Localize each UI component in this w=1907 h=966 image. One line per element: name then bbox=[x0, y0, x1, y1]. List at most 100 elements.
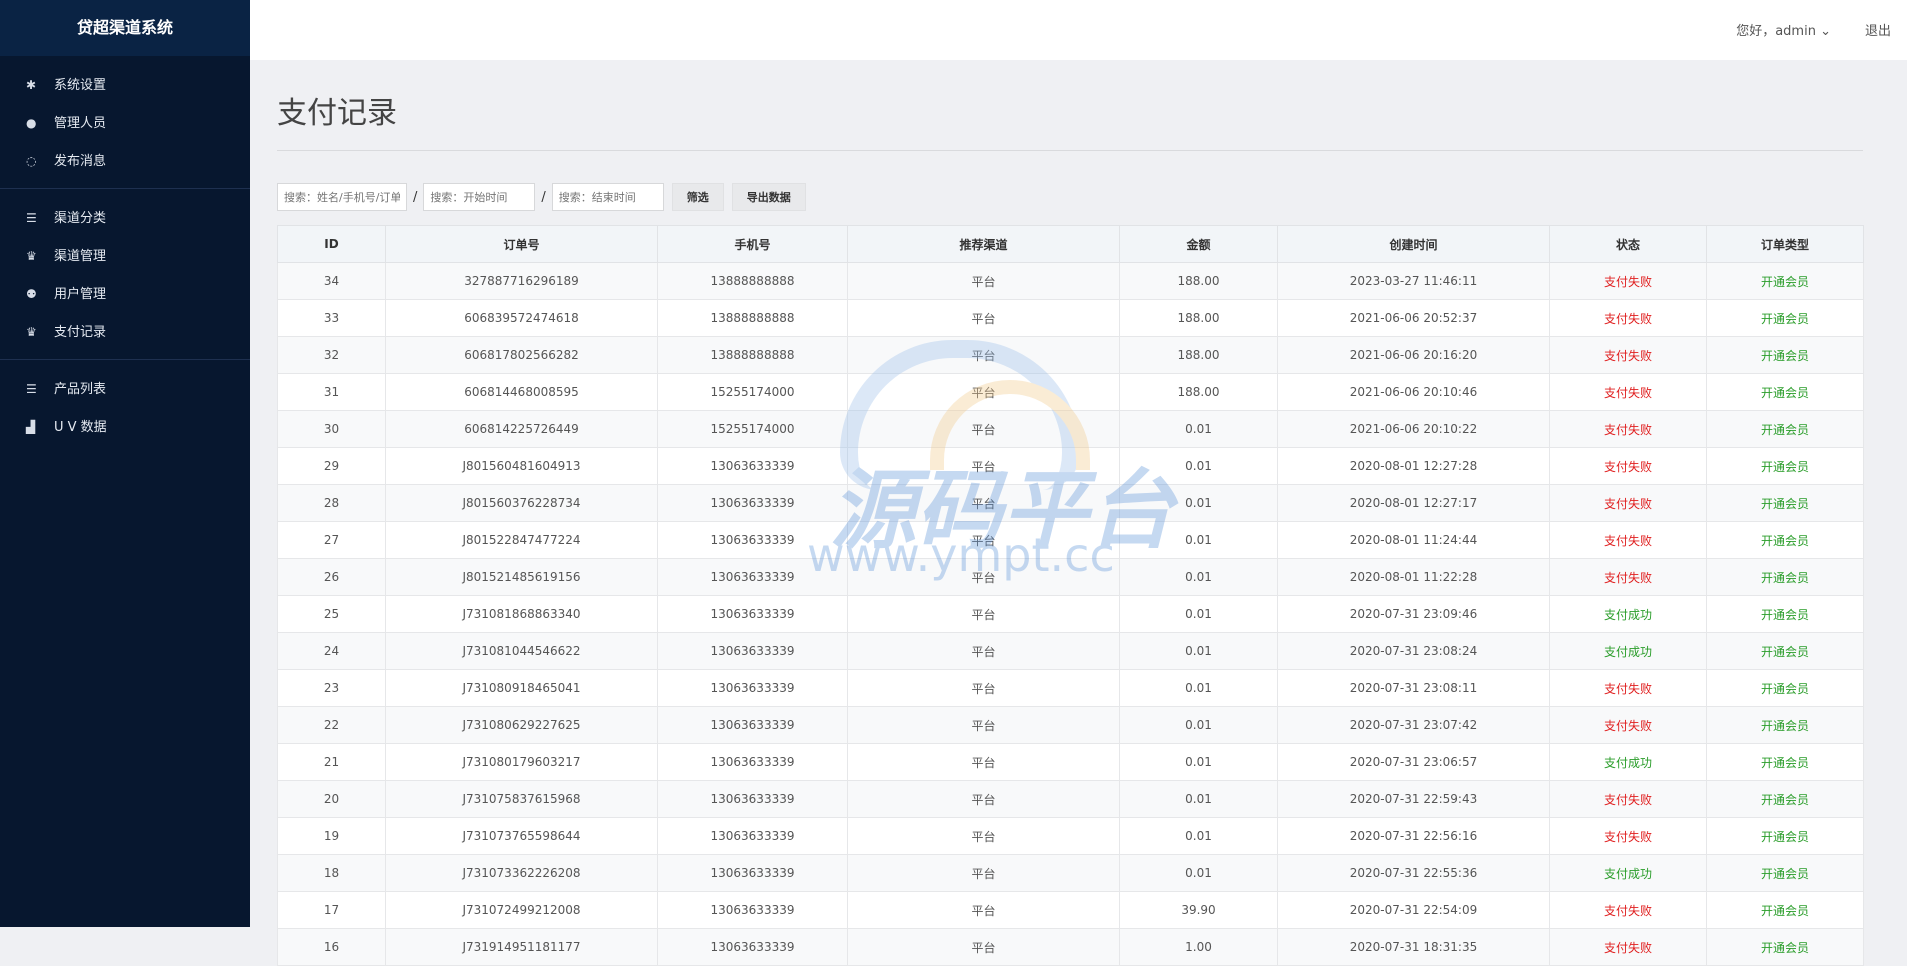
table-cell: 13063633339 bbox=[657, 854, 848, 892]
table-cell: 2020-07-31 23:09:46 bbox=[1277, 595, 1550, 633]
sidebar-item[interactable]: ● 管理人员 bbox=[0, 104, 250, 142]
table-row: 16 J731914951181177 13063633339 平台 1.00 2020-… bbox=[277, 928, 1864, 966]
table-cell: 2020-07-31 18:31:35 bbox=[1277, 928, 1550, 966]
gear-icon: ✱ bbox=[26, 78, 37, 92]
sidebar-item[interactable]: ☰ 产品列表 bbox=[0, 370, 250, 408]
sidebar-item[interactable]: ⚉ 用户管理 bbox=[0, 275, 250, 313]
search-input[interactable] bbox=[277, 183, 407, 211]
table-cell: 平台 bbox=[847, 743, 1120, 781]
table-cell: 平台 bbox=[847, 817, 1120, 855]
table-cell: 0.01 bbox=[1119, 780, 1278, 818]
table-cell: J801522847477224 bbox=[385, 521, 658, 559]
table-cell: 开通会员 bbox=[1706, 558, 1864, 596]
table-cell: 平台 bbox=[847, 780, 1120, 818]
logout-link[interactable]: 退出 bbox=[1865, 20, 1891, 39]
bar-chart-icon: ▟ bbox=[26, 420, 36, 434]
table-row: 28 J801560376228734 13063633339 平台 0.01 2020-… bbox=[277, 484, 1864, 522]
table-cell: J731080918465041 bbox=[385, 669, 658, 707]
table-cell: 平台 bbox=[847, 706, 1120, 744]
sidebar-item-label: 发布消息 bbox=[54, 154, 107, 169]
start-time-input[interactable] bbox=[423, 183, 536, 211]
sidebar-item[interactable]: ◌ 发布消息 bbox=[0, 142, 250, 180]
table-header-row: ID 订单号 手机号 推荐渠道 金额 创建时间 状态 订单类型 bbox=[277, 225, 1864, 263]
crown-icon: ♛ bbox=[26, 325, 37, 339]
export-button[interactable]: 导出数据 bbox=[731, 183, 806, 211]
table-cell: 2020-08-01 11:24:44 bbox=[1277, 521, 1550, 559]
table-cell: 18 bbox=[277, 854, 386, 892]
table-cell: 2020-07-31 22:55:36 bbox=[1277, 854, 1550, 892]
sidebar-item-label: 管理人员 bbox=[54, 116, 107, 131]
table-row: 24 J731081044546622 13063633339 平台 0.01 2020-… bbox=[277, 632, 1864, 670]
sidebar: 贷超渠道系统 ✱ 系统设置 ● 管理人员 ◌ 发布消息 ☰ 渠道分类 ♛ 渠道管理 ⚉ 用户管理 ♛ 支付… bbox=[0, 0, 250, 927]
end-time-input[interactable] bbox=[551, 183, 664, 211]
table-cell: 支付失败 bbox=[1549, 521, 1707, 559]
column-header: 手机号 bbox=[657, 225, 848, 263]
sidebar-item[interactable]: ♛ 支付记录 bbox=[0, 313, 250, 351]
sidebar-item[interactable]: ♛ 渠道管理 bbox=[0, 237, 250, 275]
list-icon: ☰ bbox=[26, 211, 37, 225]
table-row: 26 J801521485619156 13063633339 平台 0.01 2020-… bbox=[277, 558, 1864, 596]
sidebar-item[interactable]: ▟ U V 数据 bbox=[0, 408, 250, 446]
sidebar-nav: ✱ 系统设置 ● 管理人员 ◌ 发布消息 ☰ 渠道分类 ♛ 渠道管理 ⚉ 用户管理 ♛ 支付记录 ☰ 产品列表… bbox=[0, 56, 250, 454]
table-cell: 支付成功 bbox=[1549, 632, 1707, 670]
table-cell: 开通会员 bbox=[1706, 299, 1864, 337]
crown-icon: ♛ bbox=[26, 249, 37, 263]
table-cell: 13888888888 bbox=[657, 336, 848, 374]
table-cell: 0.01 bbox=[1119, 632, 1278, 670]
table-cell: 开通会员 bbox=[1706, 521, 1864, 559]
table-cell: 13063633339 bbox=[657, 484, 848, 522]
table-cell: J731080629227625 bbox=[385, 706, 658, 744]
table-cell: 开通会员 bbox=[1706, 336, 1864, 374]
page-title: 支付记录 bbox=[277, 60, 1863, 151]
filter-button[interactable]: 筛选 bbox=[671, 183, 724, 211]
table-cell: 平台 bbox=[847, 558, 1120, 596]
table-cell: 开通会员 bbox=[1706, 373, 1864, 411]
users-icon: ⚉ bbox=[26, 287, 37, 301]
table-cell: 平台 bbox=[847, 595, 1120, 633]
table-cell: 支付失败 bbox=[1549, 928, 1707, 966]
table-cell: 0.01 bbox=[1119, 706, 1278, 744]
table-cell: 平台 bbox=[847, 854, 1120, 892]
table-row: 22 J731080629227625 13063633339 平台 0.01 2020-… bbox=[277, 706, 1864, 744]
table-cell: 13063633339 bbox=[657, 706, 848, 744]
table-cell: 1.00 bbox=[1119, 928, 1278, 966]
table-row: 34 327887716296189 13888888888 平台 188.00 2023… bbox=[277, 262, 1864, 300]
table-cell: 支付成功 bbox=[1549, 854, 1707, 892]
nav-group: ☰ 渠道分类 ♛ 渠道管理 ⚉ 用户管理 ♛ 支付记录 bbox=[0, 189, 250, 360]
table-cell: 平台 bbox=[847, 521, 1120, 559]
nav-group: ☰ 产品列表 ▟ U V 数据 bbox=[0, 360, 250, 454]
table-row: 32 606817802566282 13888888888 平台 188.00 2021… bbox=[277, 336, 1864, 374]
column-header: ID bbox=[277, 225, 386, 263]
column-header: 订单类型 bbox=[1706, 225, 1864, 263]
table-cell: 2021-06-06 20:16:20 bbox=[1277, 336, 1550, 374]
table-cell: 0.01 bbox=[1119, 854, 1278, 892]
table-cell: 606814225726449 bbox=[385, 410, 658, 448]
table-row: 25 J731081868863340 13063633339 平台 0.01 2020-… bbox=[277, 595, 1864, 633]
table-cell: 支付失败 bbox=[1549, 262, 1707, 300]
table-cell: 29 bbox=[277, 447, 386, 485]
sidebar-item[interactable]: ☰ 渠道分类 bbox=[0, 199, 250, 237]
table-cell: 平台 bbox=[847, 891, 1120, 929]
table-row: 20 J731075837615968 13063633339 平台 0.01 2020-… bbox=[277, 780, 1864, 818]
user-menu[interactable]: 您好，admin ⌄ bbox=[1736, 20, 1831, 39]
table-cell: 支付成功 bbox=[1549, 743, 1707, 781]
table-cell: 支付失败 bbox=[1549, 706, 1707, 744]
table-cell: 13063633339 bbox=[657, 669, 848, 707]
table-cell: 13063633339 bbox=[657, 817, 848, 855]
table-row: 17 J731072499212008 13063633339 平台 39.90 2020… bbox=[277, 891, 1864, 929]
table-body: 34 327887716296189 13888888888 平台 188.00 2023… bbox=[277, 262, 1864, 966]
table-cell: 39.90 bbox=[1119, 891, 1278, 929]
table-cell: 开通会员 bbox=[1706, 780, 1864, 818]
table-cell: 开通会员 bbox=[1706, 484, 1864, 522]
table-cell: 28 bbox=[277, 484, 386, 522]
table-cell: 13063633339 bbox=[657, 780, 848, 818]
column-header: 推荐渠道 bbox=[847, 225, 1120, 263]
table-cell: 2020-08-01 12:27:28 bbox=[1277, 447, 1550, 485]
table-cell: 0.01 bbox=[1119, 410, 1278, 448]
table-cell: 31 bbox=[277, 373, 386, 411]
table-cell: 24 bbox=[277, 632, 386, 670]
table-cell: 19 bbox=[277, 817, 386, 855]
sidebar-item-label: 系统设置 bbox=[54, 78, 107, 93]
sidebar-item[interactable]: ✱ 系统设置 bbox=[0, 66, 250, 104]
table-cell: 27 bbox=[277, 521, 386, 559]
